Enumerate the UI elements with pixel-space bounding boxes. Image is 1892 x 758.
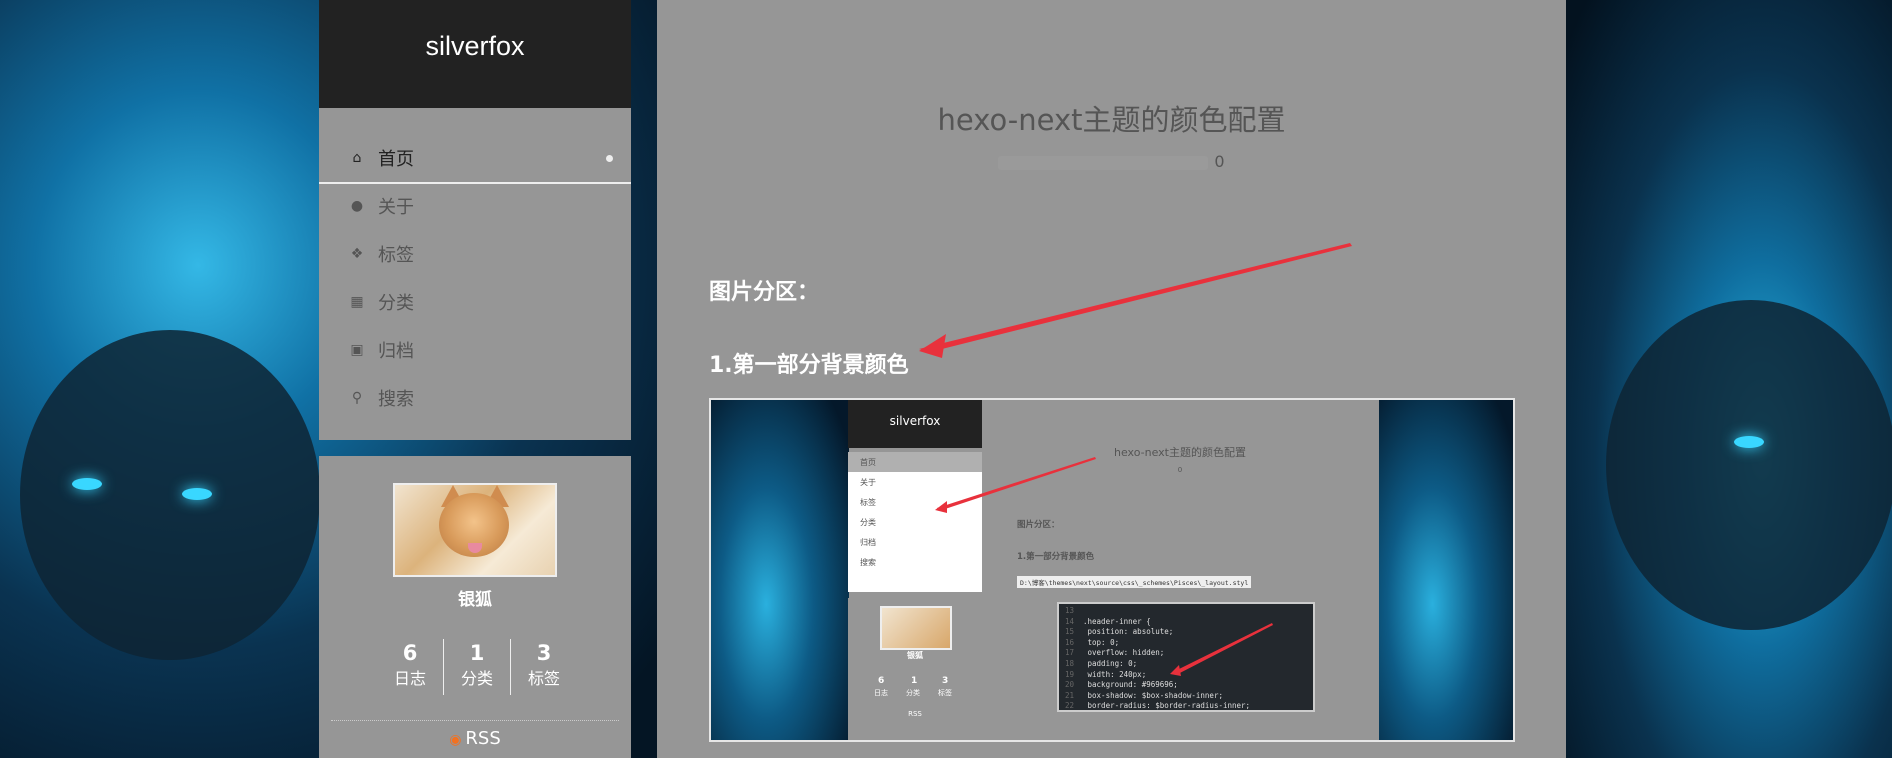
home-icon: ⌂ — [352, 150, 362, 166]
menu-item-label: 标签 — [378, 245, 414, 266]
horse-figure — [1606, 300, 1892, 630]
grid-icon: ▦ — [350, 294, 364, 310]
wolf-eye — [182, 488, 212, 500]
divider — [331, 720, 619, 721]
rss-icon: ◉ — [449, 732, 462, 748]
horse-eye — [1734, 436, 1764, 448]
author-profile: 银狐 6 日志 1 分类 3 标签 ◉ RSS — [319, 456, 631, 758]
search-icon: ⚲ — [351, 390, 363, 406]
embedded-screenshot: silverfox 首页 关于 标签 分类 归档 搜索 银狐 6 日志 1 分类… — [709, 398, 1515, 742]
main-menu: ⌂ 首页 ● 关于 ❖ 标签 ▦ 分类 ▣ 归档 ⚲ 搜索 — [319, 108, 631, 440]
menu-item-about[interactable]: ● 关于 — [319, 182, 631, 230]
site-stats: 6 日志 1 分类 3 标签 — [377, 639, 577, 695]
background-art-right — [1566, 0, 1892, 758]
menu-item-label: 归档 — [378, 341, 414, 362]
user-icon: ● — [350, 198, 364, 214]
stat-categories[interactable]: 1 分类 — [443, 639, 510, 695]
author-name: 银狐 — [458, 590, 492, 610]
rss-link[interactable]: ◉ RSS — [319, 728, 631, 749]
menu-item-label: 分类 — [378, 293, 414, 314]
stat-tags[interactable]: 3 标签 — [510, 639, 577, 695]
menu-item-categories[interactable]: ▦ 分类 — [319, 278, 631, 326]
screenshot-annotation-arrows — [935, 457, 1273, 676]
menu-item-label: 首页 — [378, 149, 414, 170]
active-indicator — [606, 154, 613, 162]
menu-item-label: 关于 — [378, 197, 414, 218]
avatar — [393, 483, 557, 577]
site-title[interactable]: silverfox — [319, 0, 631, 108]
wolf-figure — [20, 330, 320, 660]
stat-posts[interactable]: 6 日志 — [377, 639, 443, 695]
archive-icon: ▣ — [350, 342, 364, 358]
menu-item-search[interactable]: ⚲ 搜索 — [319, 374, 631, 422]
menu-item-archives[interactable]: ▣ 归档 — [319, 326, 631, 374]
menu-item-label: 搜索 — [378, 389, 414, 410]
tags-icon: ❖ — [350, 246, 364, 262]
menu-item-home[interactable]: ⌂ 首页 — [319, 134, 631, 184]
menu-item-tags[interactable]: ❖ 标签 — [319, 230, 631, 278]
post-content: hexo-next主题的颜色配置 0 图片分区： 1.第一部分背景颜色 silv… — [657, 0, 1566, 758]
wolf-eye — [72, 478, 102, 490]
annotation-arrow — [919, 243, 1352, 358]
